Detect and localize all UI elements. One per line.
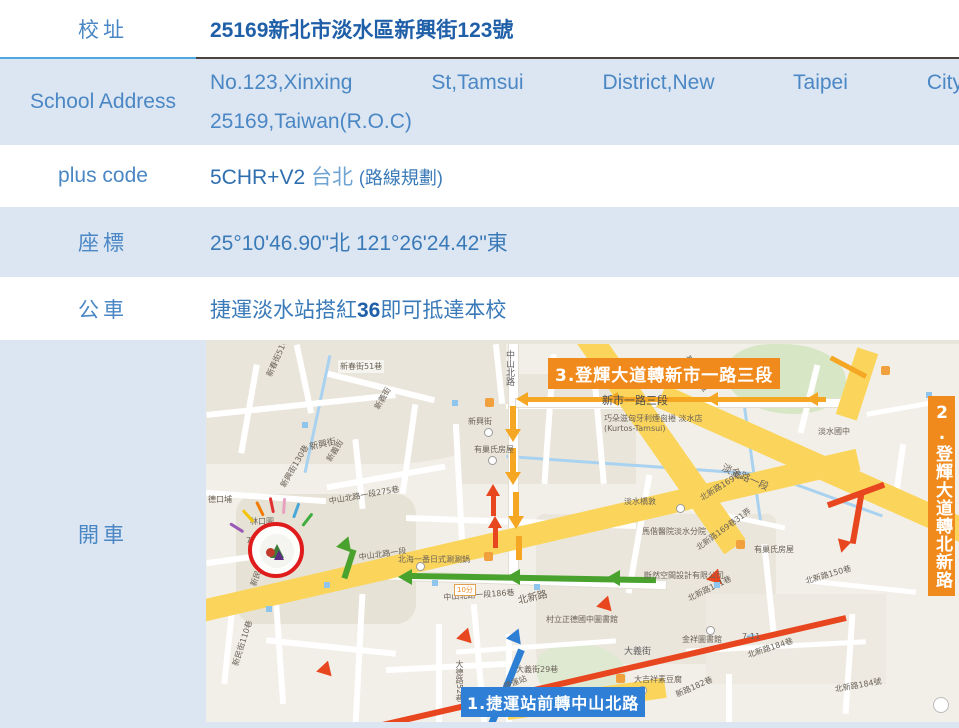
- row-value-school-address-zh: 25169新北市淡水區新興街123號: [210, 19, 514, 42]
- school-location-table: 校址 25169新北市淡水區新興街123號 School Address No.…: [0, 0, 959, 728]
- table-row-bus: 公車 捷運淡水站搭紅36即可抵達本校: [0, 277, 959, 340]
- plus-code-route-note[interactable]: (路線規劃): [359, 168, 443, 188]
- row-label-school-address-zh: 校址: [78, 19, 128, 42]
- route-red-up-seg-1: [491, 494, 496, 516]
- route-orange-arrowhead-4: [806, 392, 818, 406]
- poi-sq-7: [714, 582, 720, 588]
- map-label-duanmu-design: 斷然空間設計有限公司: [644, 571, 724, 580]
- poi-dot-5: [416, 562, 425, 571]
- header-rule-right: [196, 57, 959, 59]
- route-orange-zs-head-2: [505, 472, 521, 485]
- poi-sq-2: [266, 606, 272, 612]
- table-row-coordinates: 座標 25°10'46.90"北 121°26'24.42"東: [0, 207, 959, 277]
- address-line-1: No.123,Xinxing St,Tamsui District,New Ta…: [210, 70, 959, 94]
- route-green-head-3: [606, 570, 620, 586]
- map-label-dayi-st: 大義街: [624, 647, 652, 657]
- bus-text-post: 即可抵達本校: [380, 298, 507, 322]
- plus-code-value: 5CHR+V2: [210, 166, 306, 189]
- header-rule-left: [0, 57, 196, 59]
- poi-dot-6: [676, 504, 685, 513]
- row-value-bus: 捷運淡水站搭紅36即可抵達本校: [206, 277, 959, 340]
- road-s-6: [726, 674, 732, 724]
- row-value-school-address-en: No.123,Xinxing St,Tamsui District,New Ta…: [206, 58, 959, 145]
- row-value-plus-code: 5CHR+V2 台北 (路線規劃): [206, 145, 959, 207]
- route-orange-arrowhead-3: [706, 392, 718, 406]
- route-orange-xinshi-line: [526, 397, 826, 402]
- row-label-bus: 公車: [78, 298, 128, 322]
- map-label-shuiyuan: 淡水國中: [818, 427, 850, 436]
- map-callout-1[interactable]: 1.捷運站前轉中山北路: [461, 687, 646, 717]
- school-logo-badge: [248, 522, 304, 578]
- map-label-cunli-school: 村立正德國中圖書館: [546, 615, 618, 624]
- school-logo-mark-red: [266, 548, 275, 557]
- map-compass-control[interactable]: [933, 697, 949, 713]
- row-value-coordinates: 25°10'46.90"北 121°26'24.42"東: [210, 232, 508, 255]
- route-orange-zs-head-1: [505, 429, 521, 442]
- map-callout-3[interactable]: 3.登輝大道轉新市一路三段: [548, 358, 781, 389]
- map-label-youli-housing-2: 有巢氏房屋: [754, 545, 794, 554]
- poi-sq-5: [534, 584, 540, 590]
- address-line-2: 25169,Taiwan(R.O.C): [210, 109, 412, 133]
- bottom-strip: [0, 722, 959, 728]
- map-label-youli-housing: 有巢氏房屋: [474, 445, 514, 454]
- poi-pin-5: [485, 398, 494, 407]
- poi-dot-1: [484, 428, 493, 437]
- route-green-head-1: [398, 569, 412, 585]
- route-red-up-head-2: [488, 516, 502, 528]
- row-label-driving: 開車: [78, 524, 128, 547]
- map-canvas[interactable]: 新市一路三段 登輝大道 淡金路一段 北新路 中山北路 中山北路一段186巷 中山…: [206, 344, 959, 725]
- bus-text-pre: 捷運淡水站搭紅: [210, 298, 357, 322]
- table-row-plus-code: plus code 5CHR+V2 台北 (路線規劃): [0, 145, 959, 207]
- bus-route-number: 36: [357, 298, 381, 322]
- plus-code-city: 台北: [310, 166, 353, 189]
- poi-sq-1: [302, 422, 308, 428]
- map-label-scale: 10分: [454, 584, 476, 596]
- poi-pin-1: [484, 552, 493, 561]
- route-orange-zs-seg-4: [516, 536, 522, 560]
- map-label-kehuan: 馬偕醫院淡水分院: [642, 527, 706, 536]
- table-row-school-address-en: School Address No.123,Xinxing St,Tamsui …: [0, 58, 959, 145]
- map-label-dajixiang: 大吉祥素豆腐: [634, 675, 682, 684]
- map-label-kurtos: 巧朵滋匈牙利煙囪捲 淡水店(Kurtos-Tamsui): [604, 414, 703, 433]
- map-callout-2[interactable]: 2.登輝大道轉北新路: [928, 396, 955, 596]
- poi-dot-7: [706, 626, 715, 635]
- route-red-up-seg-2: [493, 526, 498, 548]
- row-label-school-address-en: School Address: [30, 89, 176, 113]
- map-label-jinshan-library: 金祥圖書館: [682, 635, 722, 644]
- map-label-xinjian-pu: 新興街: [468, 417, 492, 426]
- map-label-tamsui-qiao: 淡水橋敦: [624, 497, 656, 506]
- map-label-xinchun-51: 新春街51巷: [338, 360, 385, 373]
- map-label-beihai-hotpot: 北海一番日式涮涮鍋: [398, 555, 470, 564]
- table-row-driving: 開車 新市一路三段 淡金路一段 北新路 中山北路 中山北路一段186巷 中山北路…: [0, 340, 959, 728]
- poi-pin-3: [616, 674, 625, 683]
- route-green-head-2: [506, 569, 520, 585]
- route-orange-zs-head-3: [508, 516, 524, 529]
- header-rule: [0, 57, 959, 59]
- poi-dot-2: [488, 456, 497, 465]
- poi-sq-4: [452, 400, 458, 406]
- table-row-school-address-zh: 校址 25169新北市淡水區新興街123號: [0, 0, 959, 58]
- route-orange-arrowhead-1: [516, 392, 528, 406]
- poi-sq-6: [432, 580, 438, 586]
- route-red-up-head-1: [486, 484, 500, 496]
- driving-map[interactable]: 新市一路三段 登輝大道 淡金路一段 北新路 中山北路 中山北路一段186巷 中山…: [206, 340, 959, 728]
- map-label-zhongshan-north: 中山北路: [504, 350, 514, 386]
- poi-pin-2: [881, 366, 890, 375]
- poi-sq-3: [324, 582, 330, 588]
- row-label-plus-code: plus code: [58, 164, 148, 187]
- poi-pin-4: [736, 540, 745, 549]
- map-label-daliao: 德口埔: [208, 495, 232, 504]
- row-label-coordinates: 座標: [78, 232, 128, 255]
- map-label-xinshi-road: 新市一路三段: [602, 394, 668, 407]
- map-label-7-11: 7-11: [742, 632, 761, 641]
